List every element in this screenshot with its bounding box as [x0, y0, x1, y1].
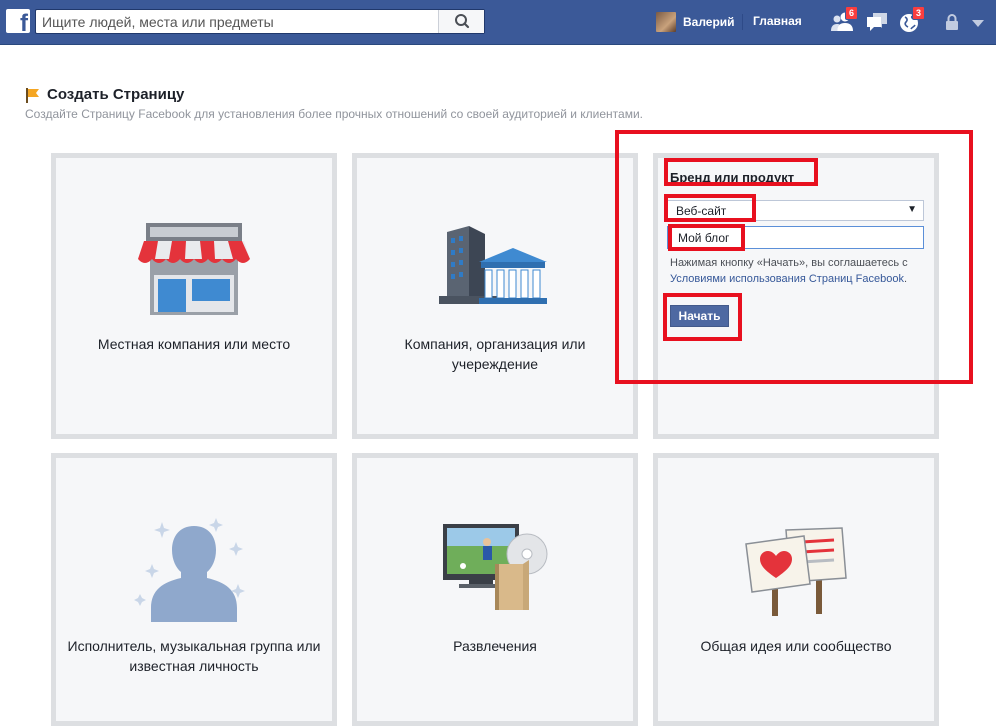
category-card-company[interactable]: Компания, организация или учереждение — [352, 153, 638, 439]
home-link[interactable]: Главная — [753, 14, 802, 28]
page-subtitle: Создайте Страницу Facebook для установле… — [25, 107, 643, 121]
search-icon — [455, 14, 470, 29]
company-building-icon — [439, 226, 547, 304]
flag-icon — [26, 88, 39, 103]
friend-requests-button[interactable]: 6 — [830, 6, 858, 34]
privacy-shortcuts-button[interactable] — [943, 10, 961, 34]
category-card-entertainment[interactable]: Развлечения — [352, 453, 638, 726]
search-input[interactable] — [36, 10, 444, 33]
category-label: Местная компания или место — [97, 336, 291, 352]
caret-down-icon — [972, 20, 984, 27]
avatar — [656, 12, 676, 32]
category-label: Общая идея или сообщество — [700, 638, 892, 654]
page-title: Создать Страницу — [47, 86, 185, 103]
category-card-artist[interactable]: Исполнитель, музыкальная группа или изве… — [51, 453, 337, 726]
highlight-start-button — [663, 293, 742, 341]
account-menu-button[interactable] — [968, 10, 988, 34]
category-label: Развлечения — [453, 638, 537, 654]
highlight-brand-title — [664, 158, 818, 186]
nav-divider — [742, 14, 743, 30]
lock-icon — [946, 14, 958, 30]
entertainment-icon — [443, 524, 548, 610]
category-card-community[interactable]: Общая идея или сообщество — [653, 453, 939, 726]
highlight-name-input — [668, 224, 745, 251]
friend-requests-badge: 6 — [844, 6, 858, 20]
notifications-badge: 3 — [911, 6, 925, 20]
category-card-local-business[interactable]: Местная компания или место — [51, 153, 337, 439]
messages-icon — [867, 13, 887, 31]
category-label: Компания, организация или учереждение — [404, 336, 586, 372]
artist-silhouette-icon — [134, 518, 245, 622]
storefront-icon — [138, 223, 250, 315]
user-name: Валерий — [683, 15, 735, 29]
highlight-category-select — [664, 194, 756, 222]
category-label: Исполнитель, музыкальная группа или изве… — [67, 638, 321, 674]
profile-link[interactable]: Валерий — [656, 12, 735, 32]
signs-icon — [745, 527, 847, 616]
top-navigation-bar: f Валерий Главная 6 — [0, 0, 996, 45]
search-box — [35, 9, 485, 34]
messages-button[interactable] — [864, 10, 890, 34]
search-button[interactable] — [438, 10, 484, 33]
facebook-logo[interactable]: f — [6, 9, 30, 33]
notifications-button[interactable]: 3 — [897, 6, 925, 34]
